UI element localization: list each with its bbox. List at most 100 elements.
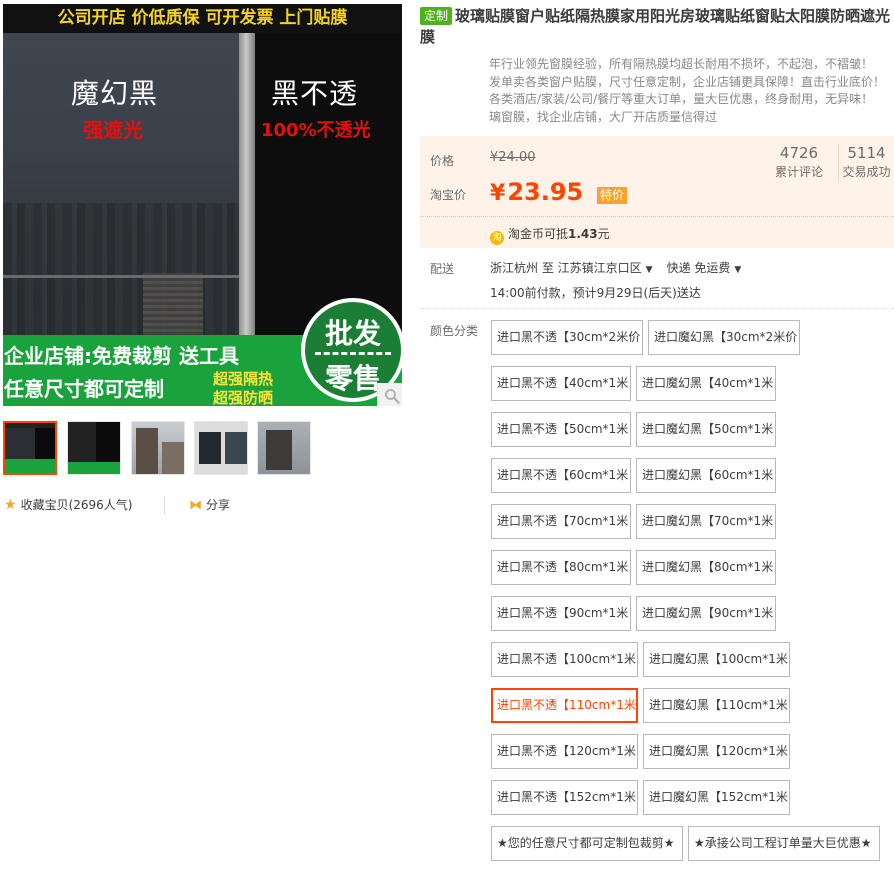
color-option[interactable]: 进口魔幻黑【100cm*1米 (643, 642, 790, 677)
thumb-window (199, 432, 221, 464)
delivery-method-select[interactable]: 快递 免运费 ▼ (667, 261, 756, 275)
price-panel: 价格 ¥24.00 淘宝价 ¥23.95 特价 4726 累计评论 5114 交… (420, 136, 894, 248)
actions-divider (164, 496, 165, 514)
share-icon: ⧓ (189, 498, 202, 513)
delivery-info: 浙江杭州 至 江苏镇江京口区 ▼ 快递 免运费 ▼ (490, 259, 755, 276)
delivery-method: 快递 免运费 (666, 261, 731, 275)
caret-down-icon: ▼ (734, 265, 742, 275)
film-type-blackout: 黑不透 (271, 77, 359, 110)
color-option[interactable]: 进口魔幻黑【120cm*1米 (643, 734, 790, 769)
special-price-tag: 特价 (597, 187, 628, 204)
thumb-window (266, 430, 292, 470)
delivery-label: 配送 (430, 262, 455, 276)
banner-line-4: 超强防晒 (213, 389, 274, 406)
coin-icon: 淘 (490, 231, 504, 245)
badge-divider (315, 352, 391, 355)
delivery-from: 浙江杭州 至 (490, 261, 554, 275)
color-option[interactable]: ★承接公司工程订单量大巨优惠★ (688, 826, 880, 861)
thumb-banner (5, 423, 55, 428)
color-option[interactable]: 进口魔幻黑【70cm*1米 (636, 504, 776, 539)
review-label: 累计评论 (774, 165, 823, 179)
film-feature-left: 强遮光 (83, 118, 143, 142)
custom-tag: 定制 (420, 7, 453, 25)
zoom-button[interactable] (377, 383, 402, 406)
color-option[interactable]: 进口黑不透【50cm*1米 (491, 412, 631, 447)
product-title: 定制 玻璃贴膜窗户贴纸隔热膜家用阳光房玻璃贴纸窗贴太阳膜防晒遮光膜 (420, 6, 894, 48)
thumbnail-3[interactable] (131, 421, 185, 475)
favorite-button[interactable]: ★ 收藏宝贝(2696人气) (4, 496, 132, 513)
sales-count: 5114 (847, 144, 886, 162)
banner-line-3: 超强隔热 (213, 370, 274, 388)
subtitle-line: 玻璃窗膜，找企业店铺，大厂开店质量信得过 (489, 109, 718, 124)
caret-down-icon: ▼ (645, 265, 653, 275)
taobao-price: ¥23.95 (490, 178, 583, 206)
color-option[interactable]: 进口黑不透【70cm*1米 (491, 504, 631, 539)
delivery-eta: 14:00前付款，预计9月29日(后天)送达 (490, 286, 701, 300)
favorite-count: (2696人气) (68, 498, 133, 512)
color-option[interactable]: 进口黑不透【30cm*2米价 (491, 320, 643, 355)
color-option[interactable]: ★您的任意尺寸都可定制包裁剪★ (491, 826, 683, 861)
film-type-magic-black: 魔幻黑 (71, 77, 159, 110)
thumb-building (136, 428, 158, 474)
thumb-footer (68, 462, 120, 474)
product-subtitle: 一年行业领先窗膜经验，所有隔热膜均超长耐用不损坏，不起泡，不褶皱！ 批发单卖各类… (489, 56, 894, 126)
film-feature-right: 100%不透光 (261, 120, 371, 141)
share-button[interactable]: ⧓ 分享 (189, 496, 230, 513)
taobao-price-label: 淘宝价 (430, 188, 467, 202)
original-price: ¥24.00 (490, 150, 536, 165)
badge-text-top: 批发 (324, 317, 381, 350)
color-option[interactable]: 进口魔幻黑【50cm*1米 (636, 412, 776, 447)
thumbnail-1[interactable] (3, 421, 57, 475)
color-option[interactable]: 进口魔幻黑【80cm*1米 (636, 550, 776, 585)
city-view (3, 203, 239, 335)
magnifier-icon (385, 389, 400, 404)
color-option[interactable]: 进口黑不透【120cm*1米 (491, 734, 638, 769)
review-count: 4726 (779, 144, 819, 162)
subtitle-line: 一年行业领先窗膜经验，所有隔热膜均超长耐用不损坏，不起泡，不褶皱！ (489, 57, 874, 71)
sales-stat: 5114 交易成功 (838, 144, 894, 181)
banner-line-2: 任意尺寸都可定制 (4, 377, 164, 401)
subtitle-line: 接各类酒店/家装/公司/餐厅等重大订单，量大巨优惠，终身耐用，无异味！ (489, 92, 874, 106)
main-product-image[interactable]: 公司开店 价低质保 可开发票 上门贴膜 魔幻黑 强遮光 黑不透 100%不透光 … (3, 4, 402, 406)
subtitle-line: 批发单卖各类窗户贴膜，尺寸任意定制，企业店铺更具保障！直击行业底价！ (489, 74, 886, 89)
color-option[interactable]: 进口黑不透【152cm*1米 (491, 780, 638, 815)
color-option[interactable]: 进口黑不透【60cm*1米 (491, 458, 631, 493)
share-label: 分享 (206, 498, 231, 512)
window-frame (239, 33, 255, 335)
sales-label: 交易成功 (842, 165, 891, 179)
coin-unit: 元 (597, 227, 610, 241)
currency-symbol: ¥ (490, 181, 506, 206)
star-icon: ★ (4, 497, 17, 513)
banner-line-1: 企业店铺:免费裁剪 送工具 (4, 344, 239, 368)
color-option[interactable]: 进口黑不透【100cm*1米 (491, 642, 638, 677)
color-category-label: 颜色分类 (430, 324, 479, 338)
image-banner-top: 公司开店 价低质保 可开发票 上门贴膜 (3, 4, 402, 33)
color-option[interactable]: 进口黑不透【40cm*1米 (491, 366, 631, 401)
review-stat[interactable]: 4726 累计评论 (770, 144, 828, 181)
original-price-label: 价格 (430, 154, 455, 168)
taobao-coin-info: 淘淘金币可抵1.43元 (420, 216, 894, 245)
favorite-label: 收藏宝贝 (20, 498, 69, 512)
color-option[interactable]: 进口黑不透【90cm*1米 (491, 596, 631, 631)
thumbnail-4[interactable] (194, 421, 248, 475)
window-rail (3, 275, 239, 278)
thumbnail-2[interactable] (67, 421, 121, 475)
color-option[interactable]: 进口魔幻黑【152cm*1米 (643, 780, 790, 815)
color-option[interactable]: 进口魔幻黑【40cm*1米 (636, 366, 776, 401)
thumb-window (225, 432, 247, 464)
coin-text: 淘金币可抵 (508, 227, 569, 241)
product-title-text: 玻璃贴膜窗户贴纸隔热膜家用阳光房玻璃贴纸窗贴太阳膜防晒遮光膜 (420, 7, 891, 46)
delivery-destination-select[interactable]: 江苏镇江京口区 ▼ (558, 261, 667, 275)
color-option-selected[interactable]: 进口黑不透【110cm*1米 (491, 688, 638, 723)
color-option[interactable]: 进口魔幻黑【90cm*1米 (636, 596, 776, 631)
color-option[interactable]: 进口黑不透【80cm*1米 (491, 550, 631, 585)
color-option[interactable]: 进口魔幻黑【60cm*1米 (636, 458, 776, 493)
delivery-destination: 江苏镇江京口区 (557, 261, 642, 275)
thumbnail-5[interactable] (257, 421, 311, 475)
color-option[interactable]: 进口魔幻黑【110cm*1米 (643, 688, 790, 723)
section-divider (420, 308, 894, 309)
thumb-footer (5, 459, 55, 473)
color-option[interactable]: 进口魔幻黑【30cm*2米价 (648, 320, 800, 355)
taobao-price-value: 23.95 (507, 178, 584, 206)
city-building (143, 273, 203, 335)
